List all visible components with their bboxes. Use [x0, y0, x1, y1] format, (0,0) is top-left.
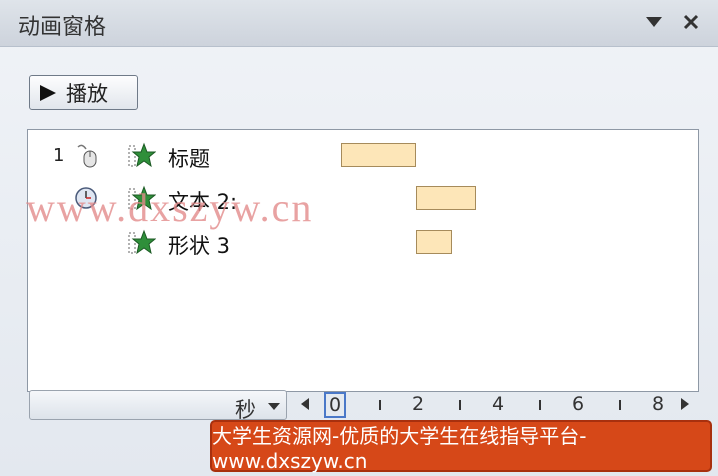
scroll-left-icon[interactable] — [301, 398, 309, 410]
tick-label: 4 — [492, 393, 505, 415]
chevron-down-icon — [646, 17, 662, 27]
play-icon — [40, 84, 56, 101]
animation-row[interactable]: 1 标题 — [28, 140, 698, 171]
time-unit-dropdown[interactable]: 秒 — [29, 390, 287, 422]
animation-list: 1 标题 文本 2: 形状 3 — [27, 129, 699, 392]
pane-menu-button[interactable] — [640, 8, 668, 36]
tick-label: 8 — [652, 393, 665, 415]
entrance-effect-star-icon — [128, 142, 156, 168]
entrance-effect-star-icon — [128, 229, 156, 255]
play-button-label: 播放 — [66, 81, 108, 106]
timing-bar[interactable] — [416, 186, 476, 210]
close-button[interactable] — [677, 8, 705, 36]
row-label: 标题 — [168, 147, 210, 171]
timing-bar[interactable] — [416, 230, 452, 254]
minor-tick — [619, 400, 621, 410]
timeline-ruler: 秒 0 2 4 6 8 — [29, 390, 699, 422]
pane-title-bar: 动画窗格 — [0, 0, 718, 47]
tick-label: 0 — [324, 392, 347, 418]
chevron-down-icon — [268, 403, 280, 410]
minor-tick — [539, 400, 541, 410]
timing-bar[interactable] — [341, 143, 416, 167]
tick-label: 6 — [572, 393, 585, 415]
pane-title: 动画窗格 — [18, 15, 107, 40]
tick-label: 2 — [412, 393, 425, 415]
play-button[interactable]: 播放 — [29, 75, 138, 110]
mouse-click-icon — [77, 144, 97, 168]
row-label: 形状 3 — [168, 234, 231, 258]
animation-row[interactable]: 形状 3 — [28, 227, 698, 258]
watermark: www.dxszyw.cn — [26, 185, 314, 230]
banner-text: 大学生资源网-优质的大学生在线指导平台-www.dxszyw.cn — [212, 423, 587, 473]
close-icon — [683, 14, 699, 30]
animation-pane: 动画窗格 播放 1 标题 文本 2: 形状 3 秒 0 2 4 6 8 www.… — [0, 0, 718, 476]
scroll-right-icon[interactable] — [681, 398, 689, 410]
minor-tick — [459, 400, 461, 410]
site-banner: 大学生资源网-优质的大学生在线指导平台-www.dxszyw.cn — [210, 420, 712, 473]
row-number: 1 — [53, 145, 65, 166]
minor-tick — [379, 400, 381, 410]
